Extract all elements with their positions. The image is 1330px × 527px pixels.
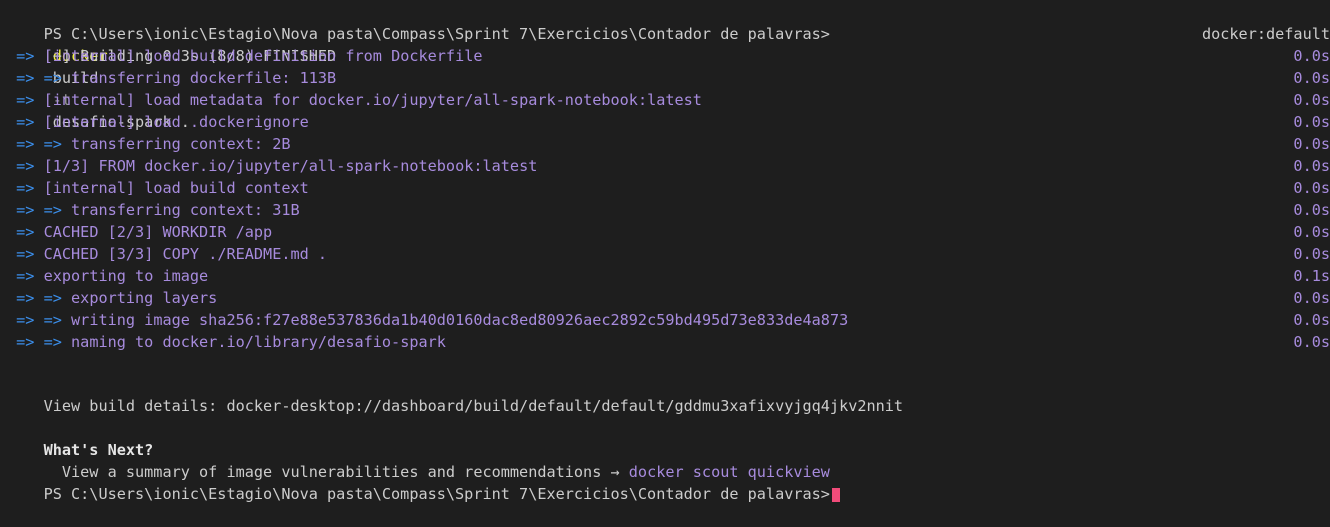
step-arrow: => => bbox=[16, 201, 62, 219]
terminal-output[interactable]: PS C:\Users\ionic\Estagio\Nova pasta\Com… bbox=[7, 0, 1330, 503]
text-cursor bbox=[831, 487, 840, 502]
build-step-line: => => transferring dockerfile: 113B 0.0s bbox=[7, 67, 1330, 89]
step-duration: 0.0s bbox=[1293, 135, 1330, 153]
step-arrow: => => bbox=[16, 333, 62, 351]
step-duration: 0.0s bbox=[1293, 311, 1330, 329]
build-context: docker:default bbox=[1201, 25, 1330, 43]
step-duration: 0.0s bbox=[1293, 333, 1330, 351]
whats-next-title-line: What's Next? bbox=[7, 417, 1330, 459]
step-text: [internal] load metadata for docker.io/j… bbox=[43, 91, 702, 109]
step-arrow: => bbox=[16, 157, 35, 175]
build-step-line: => [internal] load build definition from… bbox=[7, 45, 1330, 67]
build-step-line: => => writing image sha256:f27e88e537836… bbox=[7, 309, 1330, 331]
build-step-line: => => transferring context: 2B 0.0s bbox=[7, 133, 1330, 155]
step-duration: 0.0s bbox=[1293, 223, 1330, 241]
step-arrow: => bbox=[16, 47, 35, 65]
step-text: transferring context: 2B bbox=[71, 135, 291, 153]
step-duration: 0.0s bbox=[1293, 201, 1330, 219]
step-text: [1/3] FROM docker.io/jupyter/all-spark-n… bbox=[43, 157, 538, 175]
step-arrow: => bbox=[16, 113, 35, 131]
step-duration: 0.0s bbox=[1293, 157, 1330, 175]
final-prompt: PS C:\Users\ionic\Estagio\Nova pasta\Com… bbox=[43, 485, 830, 503]
step-arrow: => bbox=[16, 179, 35, 197]
step-duration: 0.0s bbox=[1293, 47, 1330, 65]
command-line: PS C:\Users\ionic\Estagio\Nova pasta\Com… bbox=[7, 1, 1330, 131]
build-step-line: => => transferring context: 31B 0.0s bbox=[7, 199, 1330, 221]
step-duration: 0.0s bbox=[1293, 69, 1330, 87]
step-text: CACHED [3/3] COPY ./README.md . bbox=[43, 245, 328, 263]
whats-next-hint-line: View a summary of image vulnerabilities … bbox=[7, 439, 1330, 481]
build-step-line: => [1/3] FROM docker.io/jupyter/all-spar… bbox=[7, 155, 1330, 177]
step-duration: 0.0s bbox=[1293, 289, 1330, 307]
build-step-line: => [internal] load metadata for docker.i… bbox=[7, 89, 1330, 111]
step-arrow: => => bbox=[16, 289, 62, 307]
build-step-line: => [internal] load build context 0.0s bbox=[7, 177, 1330, 199]
step-arrow: => => bbox=[16, 311, 62, 329]
step-arrow: => bbox=[16, 91, 35, 109]
step-text: [internal] load build context bbox=[43, 179, 309, 197]
step-arrow: => bbox=[16, 267, 35, 285]
step-arrow: => => bbox=[16, 69, 62, 87]
build-step-line: => => exporting layers 0.0s bbox=[7, 287, 1330, 309]
step-text: transferring context: 31B bbox=[71, 201, 300, 219]
step-arrow: => => bbox=[16, 135, 62, 153]
step-duration: 0.0s bbox=[1293, 179, 1330, 197]
step-text: exporting to image bbox=[43, 267, 209, 285]
step-text: [internal] load .dockerignore bbox=[43, 113, 309, 131]
build-details: View build details: docker-desktop://das… bbox=[43, 397, 904, 415]
step-text: naming to docker.io/library/desafio-spar… bbox=[71, 333, 446, 351]
step-arrow: => bbox=[16, 245, 35, 263]
build-header: [+] Building 0.3s (8/8) FINISHED docker:… bbox=[7, 23, 1330, 65]
build-details-line: View build details: docker-desktop://das… bbox=[7, 373, 1330, 415]
step-duration: 0.1s bbox=[1293, 267, 1330, 285]
step-duration: 0.0s bbox=[1293, 91, 1330, 109]
build-step-line: => => naming to docker.io/library/desafi… bbox=[7, 331, 1330, 353]
build-step-line: => CACHED [3/3] COPY ./README.md . 0.0s bbox=[7, 243, 1330, 265]
build-step-line: => exporting to image 0.1s bbox=[7, 265, 1330, 287]
step-duration: 0.0s bbox=[1293, 113, 1330, 131]
build-step-line: => [internal] load .dockerignore 0.0s bbox=[7, 111, 1330, 133]
build-step-line: => CACHED [2/3] WORKDIR /app 0.0s bbox=[7, 221, 1330, 243]
step-text: CACHED [2/3] WORKDIR /app bbox=[43, 223, 273, 241]
step-text: transferring dockerfile: 113B bbox=[71, 69, 337, 87]
step-text: [internal] load build definition from Do… bbox=[43, 47, 483, 65]
step-duration: 0.0s bbox=[1293, 245, 1330, 263]
step-text: writing image sha256:f27e88e537836da1b40… bbox=[71, 311, 849, 329]
step-text: exporting layers bbox=[71, 289, 218, 307]
step-arrow: => bbox=[16, 223, 35, 241]
final-prompt-line[interactable]: PS C:\Users\ionic\Estagio\Nova pasta\Com… bbox=[7, 461, 1330, 503]
